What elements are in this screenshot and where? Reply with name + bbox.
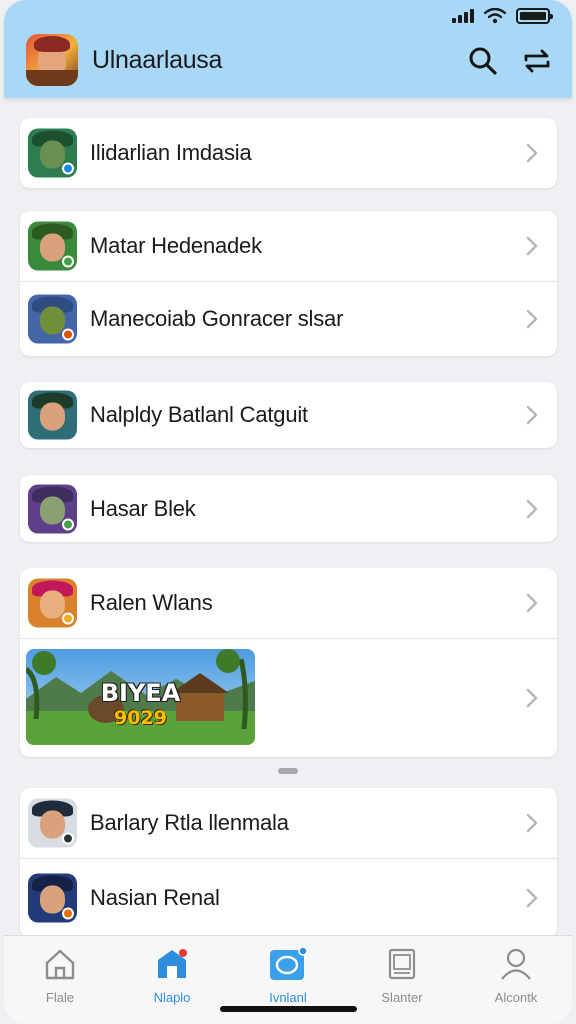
chevron-right-icon [526,309,538,329]
list-item-label: Ilidarlian Imdasia [90,140,252,165]
list-item-banner[interactable]: BIYEA 9029 [20,639,557,757]
app-title: Ulnaarlausa [92,46,223,74]
list-card: Ralen Wlans BIYEA 9029 [20,568,557,757]
list-item[interactable]: Barlary Rtla llenmala [20,788,557,858]
nav-item-store[interactable]: Nlaplo [122,946,222,1005]
app-logo [26,34,78,86]
avatar [28,294,77,344]
nav-item-document[interactable]: Slanter [352,946,452,1005]
list-item-label: Barlary Rtla llenmala [90,810,289,835]
avatar [28,128,77,178]
chevron-right-icon [526,236,538,256]
status-bar [452,8,553,24]
profile-icon [501,948,531,980]
banner-year: 9029 [114,707,167,729]
chevron-right-icon [526,405,538,425]
nav-label: Nlaplo [153,990,191,1005]
chat-icon [270,946,308,980]
list-item-label: Manecoiab Gonracer slsar [90,306,344,331]
chevron-right-icon [526,888,538,908]
game-banner-image: BIYEA 9029 [26,649,255,745]
banner-title: BIYEA [100,679,181,707]
avatar [28,390,77,440]
nav-item-profile[interactable]: Alcontk [466,946,566,1005]
nav-item-home[interactable]: Flale [10,946,110,1005]
list-item[interactable]: Hasar Blek [20,475,557,542]
list-item[interactable]: Manecoiab Gonracer slsar [20,282,557,356]
chevron-right-icon [526,593,538,613]
list-item-label: Nasian Renal [90,885,220,910]
avatar [28,798,77,848]
list-item[interactable]: Nalpldy Batlanl Catguit [20,382,557,448]
chevron-right-icon [526,813,538,833]
list-item[interactable]: Ralen Wlans [20,568,557,638]
nav-item-chat[interactable]: Ivnlanl [238,946,338,1005]
list-item[interactable]: Nasian Renal [20,859,557,937]
list-item-label: Nalpldy Batlanl Catguit [90,402,308,427]
signal-icon [452,9,474,23]
sort-icon[interactable] [520,44,554,78]
nav-label: Flale [45,990,75,1005]
list-item-label: Ralen Wlans [90,590,213,615]
document-icon [388,948,416,980]
drag-handle[interactable] [278,768,298,774]
wifi-icon [484,8,506,24]
list-card: Matar Hedenadek Manecoiab Gonracer slsar [20,211,557,356]
chevron-right-icon [526,499,538,518]
chevron-right-icon [526,143,538,163]
nav-label: Ivnlanl [269,990,307,1005]
home-icon [45,949,75,980]
list-item[interactable]: Matar Hedenadek [20,211,557,281]
list-card: Nalpldy Batlanl Catguit [20,382,557,448]
avatar [28,873,77,923]
avatar [28,484,77,533]
list-item-label: Hasar Blek [90,495,196,521]
list-item-label: Matar Hedenadek [90,233,262,258]
home-indicator[interactable] [220,1006,357,1012]
list-item[interactable]: Ilidarlian Imdasia [20,118,557,188]
list-card: Ilidarlian Imdasia [20,118,557,188]
list-card: Barlary Rtla llenmala Nasian Renal [20,788,557,938]
nav-label: Alcontk [494,990,538,1005]
app-header: Ulnaarlausa [4,0,572,98]
avatar [28,221,77,271]
avatar [28,578,77,628]
list-card: Hasar Blek [20,475,557,542]
chevron-right-icon [526,688,538,708]
search-icon[interactable] [466,44,500,78]
battery-icon [516,8,553,24]
store-icon [158,949,187,978]
nav-label: Slanter [381,990,423,1005]
